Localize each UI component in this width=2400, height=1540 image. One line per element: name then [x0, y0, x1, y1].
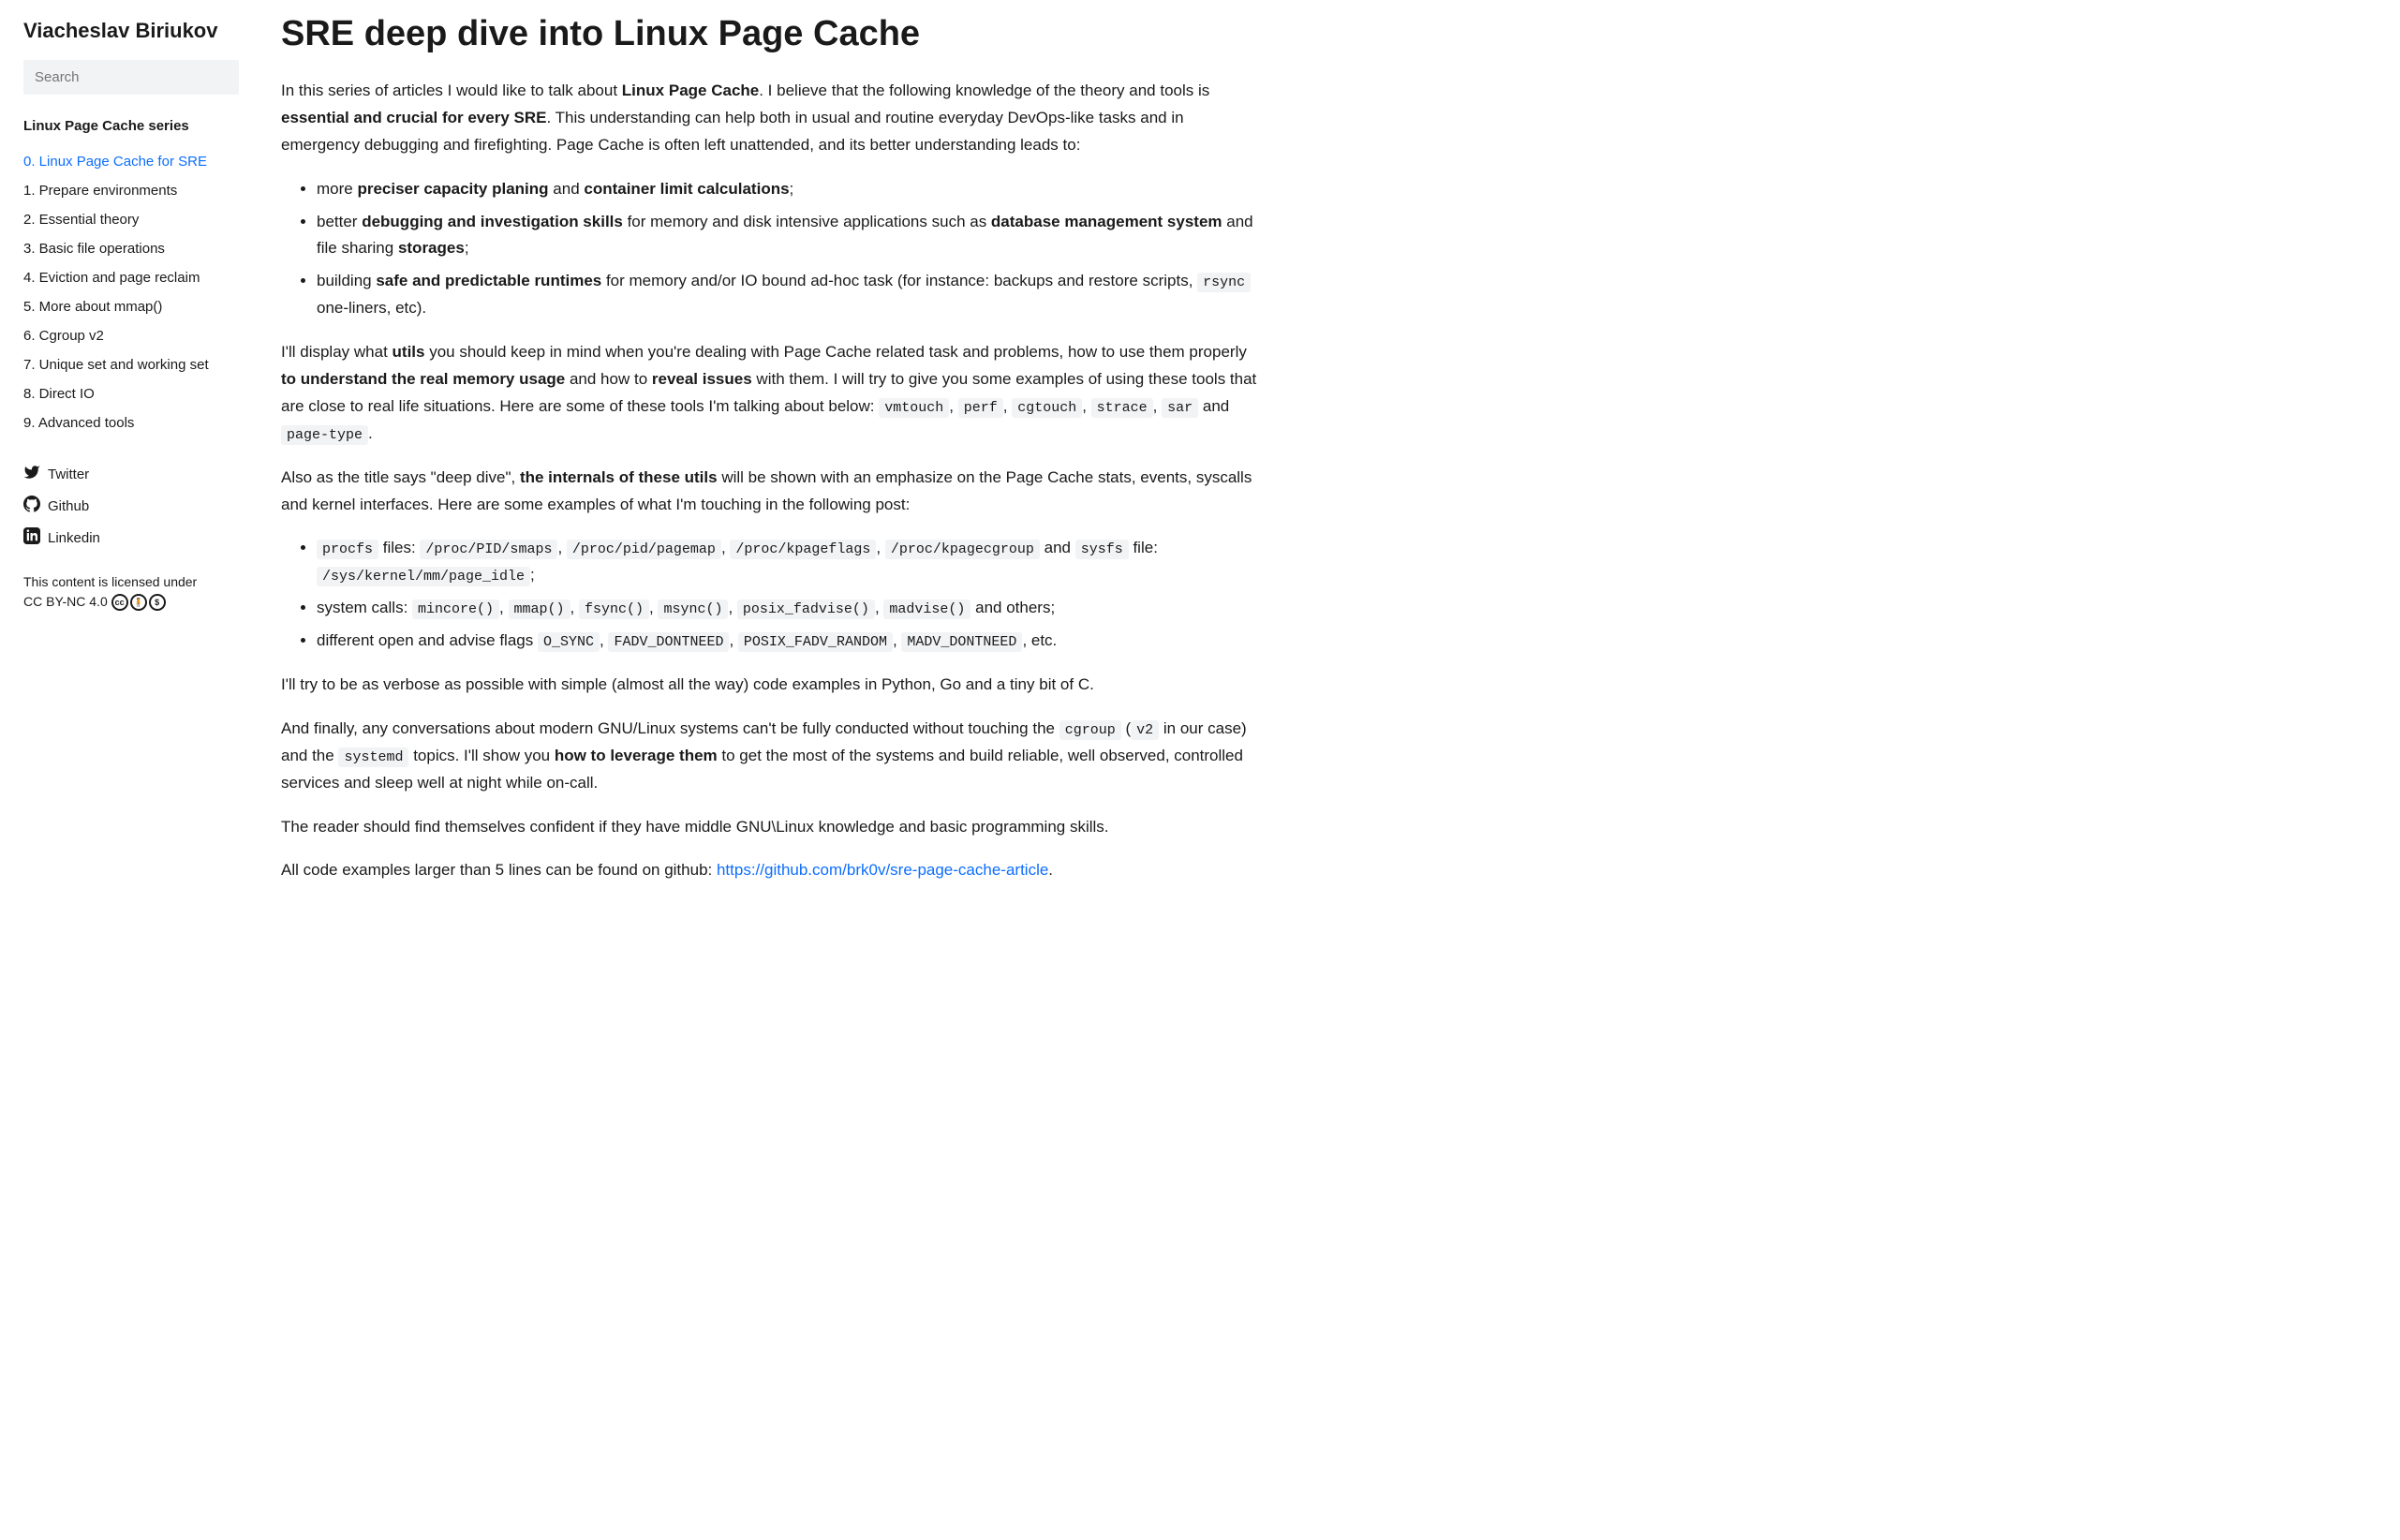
intro-paragraph: In this series of articles I would like …	[281, 78, 1260, 159]
social-linkedin[interactable]: Linkedin	[23, 522, 239, 554]
nav-item-7[interactable]: 7. Unique set and working set	[23, 350, 239, 379]
site-title[interactable]: Viacheslav Biriukov	[23, 19, 239, 43]
list-item: different open and advise flags O_SYNC, …	[317, 628, 1260, 655]
nc-icon: $	[149, 594, 166, 611]
list-item: system calls: mincore(), mmap(), fsync()…	[317, 595, 1260, 622]
license-text: This content is licensed under CC BY-NC …	[23, 572, 239, 612]
nav-item-1[interactable]: 1. Prepare environments	[23, 176, 239, 205]
nav-item-8[interactable]: 8. Direct IO	[23, 379, 239, 408]
search-input[interactable]	[23, 60, 239, 95]
github-icon	[23, 496, 40, 516]
social-github[interactable]: Github	[23, 490, 239, 522]
reader-paragraph: The reader should find themselves confid…	[281, 814, 1260, 841]
list-item: better debugging and investigation skill…	[317, 209, 1260, 263]
nav-item-0[interactable]: 0. Linux Page Cache for SRE	[23, 147, 239, 176]
list-item: building safe and predictable runtimes f…	[317, 268, 1260, 322]
sidebar: Viacheslav Biriukov Linux Page Cache ser…	[0, 0, 248, 1540]
nav-item-4[interactable]: 4. Eviction and page reclaim	[23, 263, 239, 292]
nav-list: 0. Linux Page Cache for SRE 1. Prepare e…	[23, 147, 239, 437]
github-link[interactable]: https://github.com/brk0v/sre-page-cache-…	[717, 861, 1048, 879]
cgroup-paragraph: And finally, any conversations about mod…	[281, 716, 1260, 797]
benefits-list: more preciser capacity planing and conta…	[281, 176, 1260, 322]
page-title: SRE deep dive into Linux Page Cache	[281, 14, 1260, 54]
nav-item-5[interactable]: 5. More about mmap()	[23, 292, 239, 321]
article-main: SRE deep dive into Linux Page Cache In t…	[248, 0, 1269, 1540]
social-twitter[interactable]: Twitter	[23, 458, 239, 490]
internals-paragraph: Also as the title says "deep dive", the …	[281, 465, 1260, 519]
internals-list: procfs files: /proc/PID/smaps, /proc/pid…	[281, 535, 1260, 655]
nav-item-2[interactable]: 2. Essential theory	[23, 205, 239, 234]
cc-icons: cc 🧍 $	[111, 594, 166, 611]
twitter-icon	[23, 464, 40, 484]
verbose-paragraph: I'll try to be as verbose as possible wi…	[281, 672, 1260, 699]
series-title: Linux Page Cache series	[23, 118, 239, 134]
nav-item-6[interactable]: 6. Cgroup v2	[23, 321, 239, 350]
list-item: procfs files: /proc/PID/smaps, /proc/pid…	[317, 535, 1260, 589]
cc-icon: cc	[111, 594, 128, 611]
social-label: Linkedin	[48, 530, 100, 546]
nav-item-9[interactable]: 9. Advanced tools	[23, 408, 239, 437]
by-icon: 🧍	[130, 594, 147, 611]
social-label: Twitter	[48, 466, 89, 482]
linkedin-icon	[23, 527, 40, 548]
github-paragraph: All code examples larger than 5 lines ca…	[281, 857, 1260, 884]
utils-paragraph: I'll display what utils you should keep …	[281, 339, 1260, 448]
nav-item-3[interactable]: 3. Basic file operations	[23, 234, 239, 263]
list-item: more preciser capacity planing and conta…	[317, 176, 1260, 203]
social-list: Twitter Github Linkedin	[23, 458, 239, 554]
social-label: Github	[48, 498, 89, 514]
